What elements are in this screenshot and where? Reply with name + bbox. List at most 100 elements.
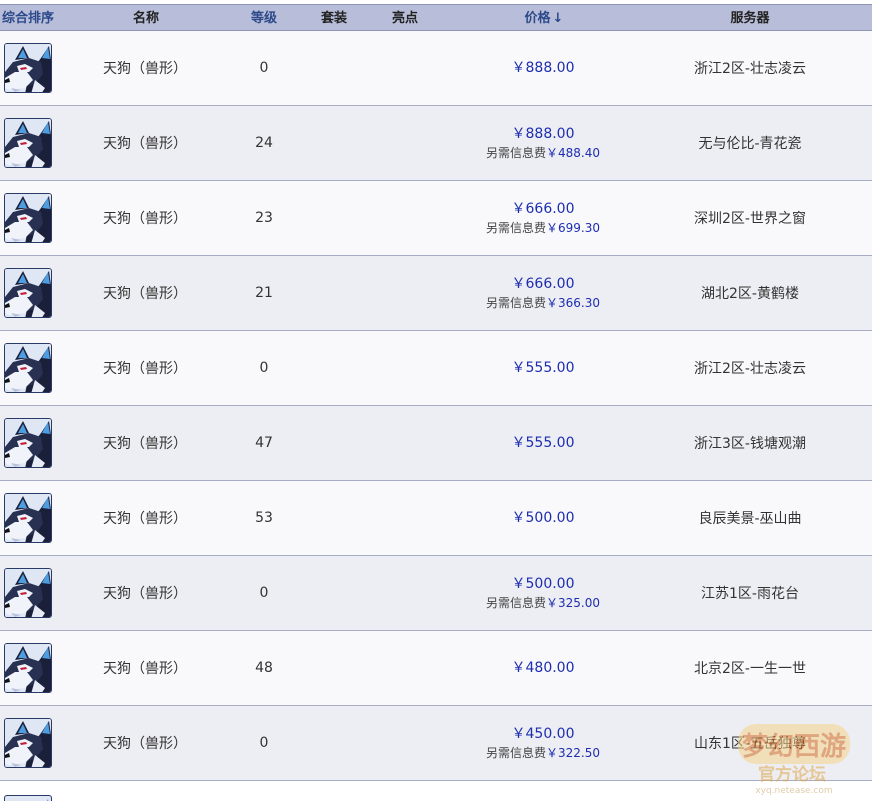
husky-pet-avatar-icon[interactable]	[4, 43, 52, 93]
table-header: 综合排序 名称 等级 套装 亮点 价格 ↓ 服务器	[0, 4, 872, 31]
item-level: 0	[259, 735, 269, 751]
item-price: ￥888.00	[511, 126, 575, 142]
product-list: 天狗（兽形） 0 ￥888.00 浙江2区-壮志凌云 天狗（兽形） 24 ￥88…	[0, 31, 872, 781]
arrow-down-icon: ↓	[552, 11, 564, 26]
info-fee-amount: ￥699.30	[546, 221, 600, 235]
item-price: ￥500.00	[511, 510, 575, 526]
husky-pet-avatar-icon[interactable]	[4, 343, 52, 393]
info-fee: 另需信息费￥322.50	[486, 745, 600, 761]
item-server: 北京2区-一生一世	[694, 661, 806, 677]
item-price: ￥555.00	[511, 435, 575, 451]
info-fee: 另需信息费￥366.30	[486, 295, 600, 311]
item-price: ￥888.00	[511, 60, 575, 76]
item-level: 53	[255, 510, 273, 526]
item-server: 江苏1区-雨花台	[701, 586, 799, 602]
item-level: 0	[259, 360, 269, 376]
husky-pet-avatar-icon[interactable]	[4, 418, 52, 468]
column-server: 服务器	[730, 11, 770, 26]
table-row[interactable]: 天狗（兽形） 0 ￥500.00 另需信息费￥325.00 江苏1区-雨花台	[0, 556, 872, 631]
item-price-cell: ￥555.00	[470, 331, 616, 405]
item-level: 47	[255, 435, 273, 451]
husky-pet-avatar-icon[interactable]	[4, 268, 52, 318]
watermark-logo: 梦幻西游 官方论坛 xyq.netease.com	[738, 724, 850, 796]
item-price-cell: ￥450.00 另需信息费￥322.50	[470, 706, 616, 780]
info-fee: 另需信息费￥699.30	[486, 220, 600, 236]
column-name: 名称	[132, 11, 159, 26]
table-row[interactable]: 天狗（兽形） 48 ￥480.00 北京2区-一生一世	[0, 631, 872, 706]
info-fee-amount: ￥322.50	[546, 746, 600, 760]
item-level: 0	[259, 585, 269, 601]
item-name[interactable]: 天狗（兽形）	[90, 631, 200, 705]
sort-default-link[interactable]: 综合排序	[0, 5, 56, 32]
item-price: ￥666.00	[511, 276, 575, 292]
item-name[interactable]: 天狗（兽形）	[90, 331, 200, 405]
item-server: 浙江2区-壮志凌云	[694, 61, 806, 77]
item-server: 浙江2区-壮志凌云	[694, 361, 806, 377]
item-price-cell: ￥555.00	[470, 406, 616, 480]
item-level: 23	[255, 210, 273, 226]
column-highlight: 亮点	[391, 11, 418, 26]
item-level: 0	[259, 60, 269, 76]
info-fee: 另需信息费￥488.40	[486, 145, 600, 161]
husky-pet-avatar-icon[interactable]	[4, 118, 52, 168]
column-suit: 套装	[320, 11, 347, 26]
item-name[interactable]: 天狗（兽形）	[90, 181, 200, 255]
info-fee-label: 另需信息费	[485, 596, 546, 610]
table-row[interactable]: 天狗（兽形） 0 ￥888.00 浙江2区-壮志凌云	[0, 31, 872, 106]
sort-level-link[interactable]: 等级	[234, 5, 294, 32]
trade-list-page: 综合排序 名称 等级 套装 亮点 价格 ↓ 服务器 天狗（兽形） 0 ￥888.…	[0, 0, 872, 801]
item-price-cell: ￥666.00 另需信息费￥366.30	[470, 256, 616, 330]
husky-pet-avatar-icon[interactable]	[4, 643, 52, 693]
item-level: 21	[255, 285, 273, 301]
item-price-cell: ￥480.00	[470, 631, 616, 705]
item-level: 48	[255, 660, 273, 676]
table-row[interactable]: 天狗（兽形） 21 ￥666.00 另需信息费￥366.30 湖北2区-黄鹤楼	[0, 256, 872, 331]
item-name[interactable]: 天狗（兽形）	[90, 481, 200, 555]
sort-price-link[interactable]: 价格 ↓	[484, 5, 604, 32]
item-price: ￥500.00	[511, 576, 575, 592]
item-level: 24	[255, 135, 273, 151]
table-row[interactable]: 天狗（兽形） 47 ￥555.00 浙江3区-钱塘观潮	[0, 406, 872, 481]
item-price: ￥480.00	[511, 660, 575, 676]
watermark-title: 梦幻西游	[742, 732, 846, 762]
item-server: 深圳2区-世界之窗	[694, 211, 806, 227]
husky-pet-avatar-icon[interactable]	[4, 718, 52, 768]
item-name[interactable]: 天狗（兽形）	[90, 706, 200, 780]
item-server: 湖北2区-黄鹤楼	[701, 286, 799, 302]
info-fee-amount: ￥366.30	[546, 296, 600, 310]
item-price: ￥450.00	[511, 726, 575, 742]
watermark-url: xyq.netease.com	[755, 786, 832, 796]
husky-pet-avatar-icon[interactable]	[4, 568, 52, 618]
table-row[interactable]: 天狗（兽形） 53 ￥500.00 良辰美景-巫山曲	[0, 481, 872, 556]
item-name[interactable]: 天狗（兽形）	[90, 406, 200, 480]
table-row[interactable]: 天狗（兽形） 23 ￥666.00 另需信息费￥699.30 深圳2区-世界之窗	[0, 181, 872, 256]
husky-pet-avatar-icon[interactable]	[4, 193, 52, 243]
item-price-cell: ￥500.00	[470, 481, 616, 555]
item-price: ￥555.00	[511, 360, 575, 376]
item-price-cell: ￥500.00 另需信息费￥325.00	[470, 556, 616, 630]
item-price: ￥666.00	[511, 201, 575, 217]
husky-pet-avatar-icon[interactable]	[4, 493, 52, 543]
watermark-subtitle: 官方论坛	[758, 764, 826, 785]
table-row[interactable]: 天狗（兽形） 0 ￥555.00 浙江2区-壮志凌云	[0, 331, 872, 406]
info-fee: 另需信息费￥325.00	[486, 595, 600, 611]
item-name[interactable]: 天狗（兽形）	[90, 106, 200, 180]
item-name[interactable]: 天狗（兽形）	[90, 256, 200, 330]
info-fee-amount: ￥325.00	[546, 596, 600, 610]
info-fee-label: 另需信息费	[485, 146, 546, 160]
item-server: 无与伦比-青花瓷	[698, 136, 802, 152]
item-name[interactable]: 天狗（兽形）	[90, 556, 200, 630]
info-fee-label: 另需信息费	[485, 296, 546, 310]
info-fee-amount: ￥488.40	[546, 146, 600, 160]
item-server: 良辰美景-巫山曲	[698, 511, 802, 527]
table-row[interactable]: 天狗（兽形） 24 ￥888.00 另需信息费￥488.40 无与伦比-青花瓷	[0, 106, 872, 181]
item-price-cell: ￥888.00 另需信息费￥488.40	[470, 106, 616, 180]
item-name[interactable]: 天狗（兽形）	[90, 31, 200, 105]
item-server: 浙江3区-钱塘观潮	[694, 436, 806, 452]
price-header-label: 价格	[524, 11, 551, 26]
next-row-avatar-icon	[4, 795, 52, 801]
item-price-cell: ￥888.00	[470, 31, 616, 105]
item-price-cell: ￥666.00 另需信息费￥699.30	[470, 181, 616, 255]
info-fee-label: 另需信息费	[485, 746, 546, 760]
info-fee-label: 另需信息费	[485, 221, 546, 235]
